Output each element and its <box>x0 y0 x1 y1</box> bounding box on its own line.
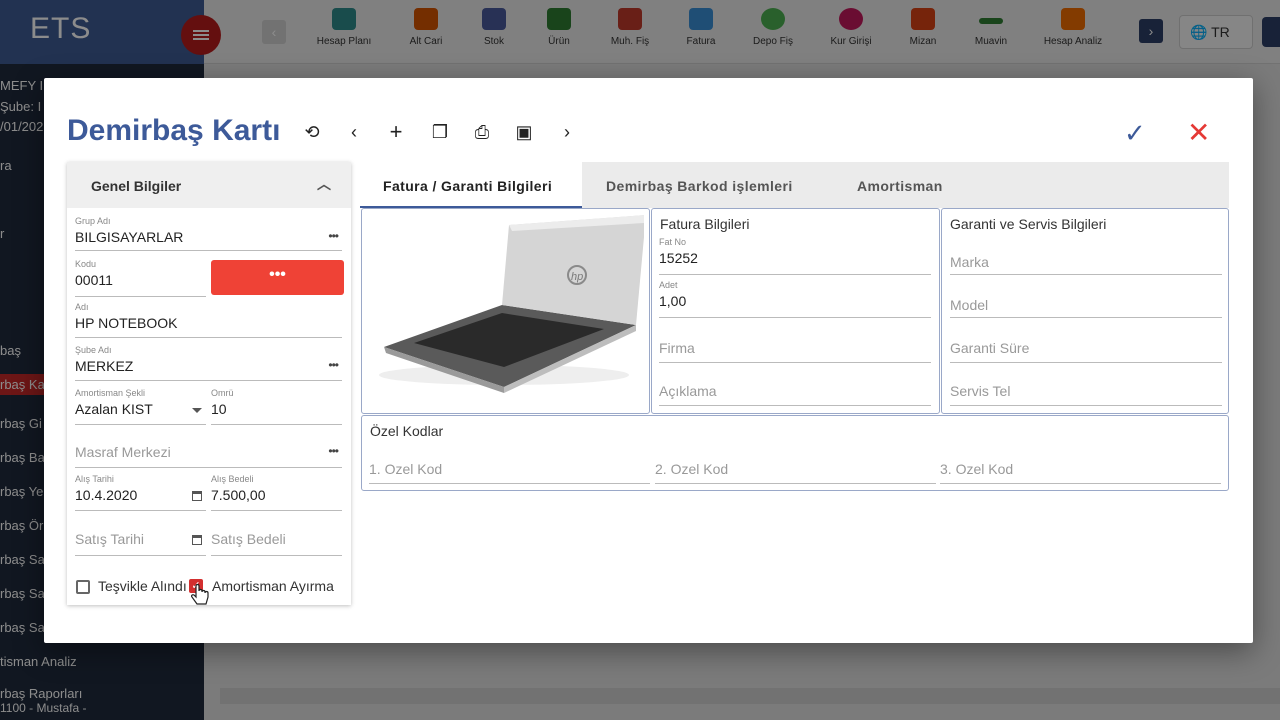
firma-field[interactable]: Firma <box>659 327 931 363</box>
plus-icon[interactable]: + <box>384 120 408 144</box>
satis-bedeli-field[interactable]: Satış Bedeli <box>211 518 342 556</box>
model-field[interactable]: Model <box>950 284 1222 318</box>
ozel-kodlar-title: Özel Kodlar <box>370 423 444 439</box>
tab-fatura-garanti[interactable]: Fatura / Garanti Bilgileri <box>360 162 582 208</box>
chevron-left-icon[interactable]: ‹ <box>342 120 366 144</box>
fatura-bilgileri-box: Fatura Bilgileri Fat No 15252 Adet 1,00 … <box>651 208 940 414</box>
alis-tarihi-field[interactable]: Alış Tarihi 10.4.2020 <box>75 474 206 511</box>
close-icon[interactable]: ✕ <box>1187 116 1210 149</box>
more-icon[interactable]: ••• <box>328 444 339 458</box>
chevron-right-icon[interactable]: › <box>555 120 579 144</box>
hand-cursor-icon <box>191 584 209 605</box>
confirm-check-icon[interactable]: ✓ <box>1124 118 1146 149</box>
adet-field[interactable]: Adet 1,00 <box>659 280 931 318</box>
amortisman-sekli-select[interactable]: Amortisman Şekli Azalan KIST <box>75 388 206 425</box>
satis-tarihi-field[interactable]: Satış Tarihi <box>75 518 206 556</box>
dropdown-caret-icon <box>192 408 202 413</box>
garanti-title: Garanti ve Servis Bilgileri <box>950 216 1107 232</box>
kodu-field[interactable]: Kodu 00011 <box>75 259 206 297</box>
code-generate-button[interactable]: ••• <box>211 260 344 295</box>
calendar-icon[interactable] <box>192 535 202 545</box>
aciklama-field[interactable]: Açıklama <box>659 370 931 406</box>
grup-adi-field[interactable]: Grup Adı BILGISAYARLAR ••• <box>75 216 342 251</box>
garanti-servis-box: Garanti ve Servis Bilgileri Marka Model … <box>941 208 1229 414</box>
fatura-title: Fatura Bilgileri <box>660 216 750 232</box>
more-icon[interactable]: ••• <box>328 229 339 243</box>
sube-adi-field[interactable]: Şube Adı MERKEZ ••• <box>75 345 342 381</box>
alis-bedeli-field[interactable]: Alış Bedeli 7.500,00 <box>211 474 342 511</box>
masraf-merkezi-field[interactable]: Masraf Merkezi ••• <box>75 431 342 468</box>
panel-header[interactable]: Genel Bilgiler ︿ <box>67 162 351 208</box>
history-icon[interactable]: ⟲ <box>300 120 324 144</box>
more-icon[interactable]: ••• <box>328 358 339 372</box>
photo-box[interactable]: hp <box>361 208 650 414</box>
save-icon[interactable]: ▣ <box>512 120 536 144</box>
servis-tel-field[interactable]: Servis Tel <box>950 370 1222 406</box>
chevron-up-icon[interactable]: ︿ <box>317 174 331 194</box>
tab-bar: Fatura / Garanti Bilgileri Demirbaş Bark… <box>360 162 1229 208</box>
dialog-title: Demirbaş Kartı <box>67 114 281 147</box>
adi-field[interactable]: Adı HP NOTEBOOK <box>75 302 342 338</box>
copy-icon[interactable]: ❐ <box>428 120 452 144</box>
amortisman-ayirma-label: Amortisman Ayırma <box>212 578 334 594</box>
ozel-kodlar-box: Özel Kodlar 1. Ozel Kod 2. Ozel Kod 3. O… <box>361 415 1229 491</box>
ozel-kod-1-field[interactable]: 1. Ozel Kod <box>369 448 650 484</box>
marka-field[interactable]: Marka <box>950 241 1222 275</box>
ozel-kod-2-field[interactable]: 2. Ozel Kod <box>655 448 936 484</box>
garanti-sure-field[interactable]: Garanti Süre <box>950 327 1222 363</box>
svg-text:hp: hp <box>571 271 583 283</box>
laptop-image: hp <box>379 215 644 393</box>
print-icon[interactable]: ⎙ <box>470 120 494 144</box>
tesvik-checkbox[interactable] <box>76 580 90 594</box>
genel-bilgiler-panel: Genel Bilgiler ︿ Grup Adı BILGISAYARLAR •… <box>67 162 351 605</box>
demirbas-karti-dialog: Demirbaş Kartı ⟲ ‹ + ❐ ⎙ ▣ › ✓ ✕ Genel B… <box>44 78 1253 643</box>
ozel-kod-3-field[interactable]: 3. Ozel Kod <box>940 448 1221 484</box>
tab-amortisman[interactable]: Amortisman <box>857 162 943 208</box>
omru-field[interactable]: Omrü 10 <box>211 388 342 425</box>
fat-no-field[interactable]: Fat No 15252 <box>659 237 931 275</box>
tesvik-label: Teşvikle Alındı <box>98 578 187 594</box>
calendar-icon[interactable] <box>192 491 202 501</box>
tab-demirbas-barkod[interactable]: Demirbaş Barkod işlemleri <box>606 162 793 208</box>
